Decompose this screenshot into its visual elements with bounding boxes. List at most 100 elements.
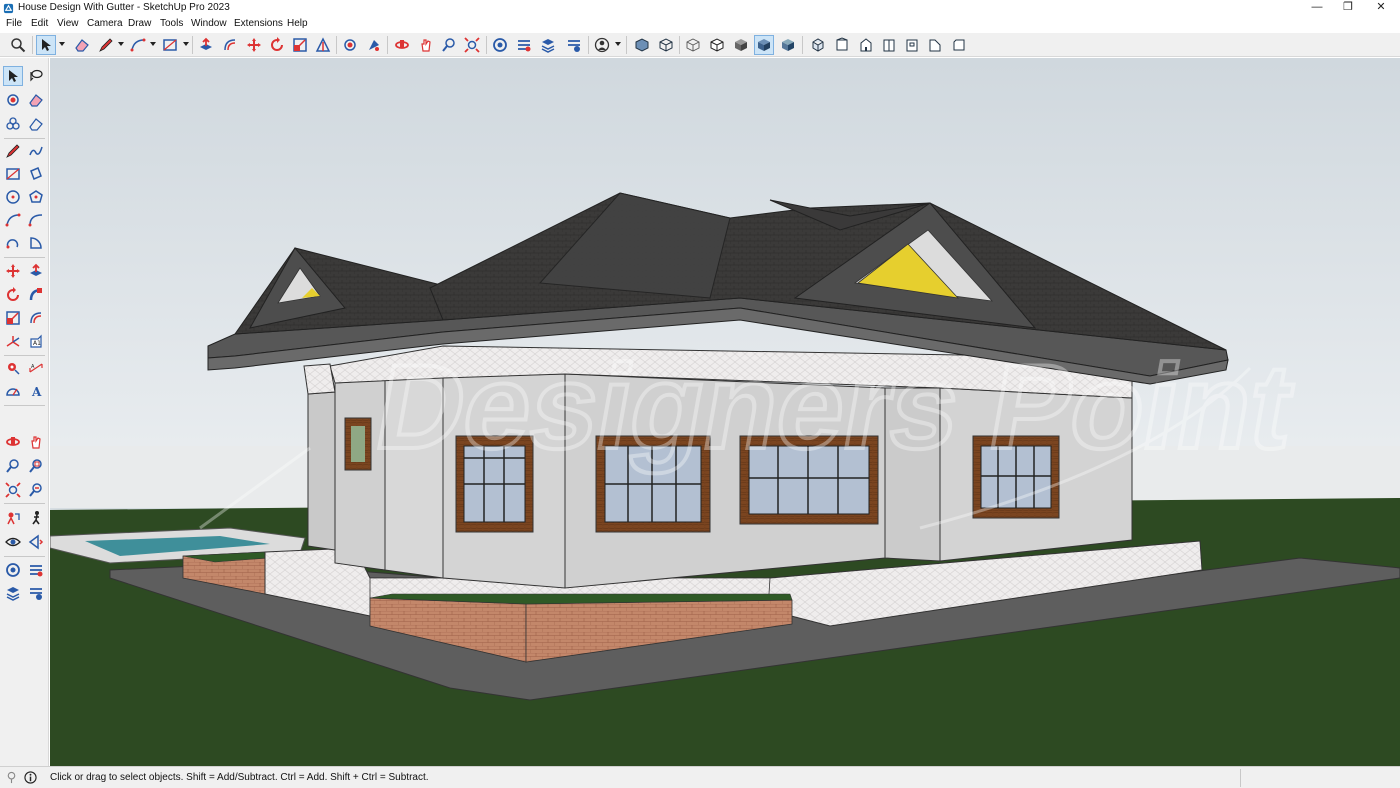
bottom-view-icon[interactable] — [949, 35, 969, 55]
close-button[interactable]: ✕ — [1364, 0, 1398, 17]
iso-view-icon[interactable] — [808, 35, 828, 55]
offset-icon[interactable] — [26, 308, 46, 328]
front-view-icon[interactable] — [856, 35, 876, 55]
zoom-window-icon[interactable] — [26, 456, 46, 476]
arc-icon[interactable] — [128, 35, 148, 55]
hidden-line-icon[interactable] — [707, 35, 727, 55]
user-account-icon[interactable] — [592, 35, 612, 55]
menu-tools[interactable]: Tools — [160, 18, 183, 29]
extension-warehouse-icon[interactable] — [514, 35, 534, 55]
dimension-icon[interactable]: A — [26, 358, 46, 378]
info-icon[interactable] — [24, 771, 37, 784]
menu-edit[interactable]: Edit — [31, 18, 48, 29]
right-view-icon[interactable] — [879, 35, 899, 55]
push-pull-icon[interactable] — [196, 35, 216, 55]
extension-warehouse-icon[interactable] — [26, 560, 46, 580]
pie-icon[interactable] — [26, 233, 46, 253]
extension-manager-icon[interactable] — [564, 35, 584, 55]
3d-warehouse-icon[interactable] — [3, 560, 23, 580]
measurements-box[interactable] — [1240, 769, 1398, 787]
rotated-rectangle-icon[interactable] — [26, 164, 46, 184]
move-icon[interactable] — [3, 261, 23, 281]
xray-icon[interactable] — [632, 35, 652, 55]
tag-eraser-icon[interactable] — [26, 114, 46, 134]
top-view-icon[interactable] — [832, 35, 852, 55]
menu-view[interactable]: View — [57, 18, 79, 29]
pan-icon[interactable] — [26, 432, 46, 452]
move-icon[interactable] — [244, 35, 264, 55]
orbit-icon[interactable] — [3, 432, 23, 452]
monochrome-icon[interactable] — [778, 35, 798, 55]
minimize-button[interactable]: — — [1300, 0, 1334, 17]
svg-text:A: A — [31, 385, 42, 399]
pencil-icon[interactable] — [96, 35, 116, 55]
restore-button[interactable]: ❐ — [1331, 0, 1365, 17]
freehand-icon[interactable] — [26, 141, 46, 161]
circle-icon[interactable] — [3, 187, 23, 207]
scale-icon[interactable] — [290, 35, 310, 55]
scale-icon[interactable] — [3, 308, 23, 328]
extension-manager-icon[interactable] — [26, 583, 46, 603]
menu-help[interactable]: Help — [287, 18, 308, 29]
pan-icon[interactable] — [416, 35, 436, 55]
previous-view-icon[interactable] — [26, 480, 46, 500]
rotate-icon[interactable] — [267, 35, 287, 55]
3d-warehouse-icon[interactable] — [490, 35, 510, 55]
tape-measure-icon[interactable] — [313, 35, 333, 55]
lasso-icon[interactable] — [26, 66, 46, 86]
eraser-icon[interactable] — [26, 90, 46, 110]
look-around-icon[interactable] — [3, 532, 23, 552]
line-icon[interactable] — [3, 141, 23, 161]
walk-icon[interactable] — [26, 508, 46, 528]
section-plane-icon[interactable] — [26, 532, 46, 552]
push-pull-icon[interactable] — [26, 261, 46, 281]
paint-bucket-icon[interactable] — [340, 35, 360, 55]
paint-bucket-icon[interactable] — [3, 90, 23, 110]
watermark-text: Designers Point — [367, 340, 1304, 474]
left-view-icon[interactable] — [925, 35, 945, 55]
status-text: Click or drag to select objects. Shift =… — [50, 772, 429, 783]
text-icon[interactable]: A1 — [26, 332, 46, 352]
search-icon[interactable] — [8, 35, 28, 55]
two-point-arc-icon[interactable] — [26, 210, 46, 230]
zoom-icon[interactable] — [439, 35, 459, 55]
menu-camera[interactable]: Camera — [87, 18, 123, 29]
select-icon[interactable] — [36, 35, 56, 55]
three-point-arc-icon[interactable] — [3, 233, 23, 253]
tape-measure-icon[interactable] — [3, 358, 23, 378]
rectangle-icon[interactable] — [3, 164, 23, 184]
polygon-icon[interactable] — [26, 187, 46, 207]
eraser-icon[interactable] — [72, 35, 92, 55]
protractor-icon[interactable] — [3, 381, 23, 401]
geo-location-icon[interactable] — [5, 771, 18, 784]
offset-icon[interactable] — [220, 35, 240, 55]
menu-file[interactable]: File — [6, 18, 22, 29]
make-component-icon[interactable] — [3, 114, 23, 134]
arc-icon[interactable] — [3, 210, 23, 230]
house-model-scene[interactable]: Designers Point — [50, 58, 1400, 766]
wireframe-icon[interactable] — [683, 35, 703, 55]
position-camera-icon[interactable] — [3, 508, 23, 528]
shaded-icon[interactable] — [731, 35, 751, 55]
paint-sample-icon[interactable] — [364, 35, 384, 55]
svg-text:A1: A1 — [33, 340, 41, 347]
back-view-icon[interactable] — [902, 35, 922, 55]
zoom-extents-icon[interactable] — [462, 35, 482, 55]
select-icon[interactable] — [3, 66, 23, 86]
layout-icon[interactable] — [538, 35, 558, 55]
label-icon[interactable]: A — [26, 381, 46, 401]
rectangle-icon[interactable] — [160, 35, 180, 55]
shaded-textures-icon[interactable] — [754, 35, 774, 55]
axes-icon[interactable] — [3, 332, 23, 352]
rotate-icon[interactable] — [3, 285, 23, 305]
back-edges-icon[interactable] — [656, 35, 676, 55]
follow-me-icon[interactable] — [26, 285, 46, 305]
menu-window[interactable]: Window — [191, 18, 227, 29]
layout-icon[interactable] — [3, 583, 23, 603]
menu-draw[interactable]: Draw — [128, 18, 151, 29]
zoom-extents-icon[interactable] — [3, 480, 23, 500]
menu-extensions[interactable]: Extensions — [234, 18, 283, 29]
model-viewport[interactable]: Designers Point — [50, 58, 1400, 766]
zoom-icon[interactable] — [3, 456, 23, 476]
orbit-icon[interactable] — [392, 35, 412, 55]
